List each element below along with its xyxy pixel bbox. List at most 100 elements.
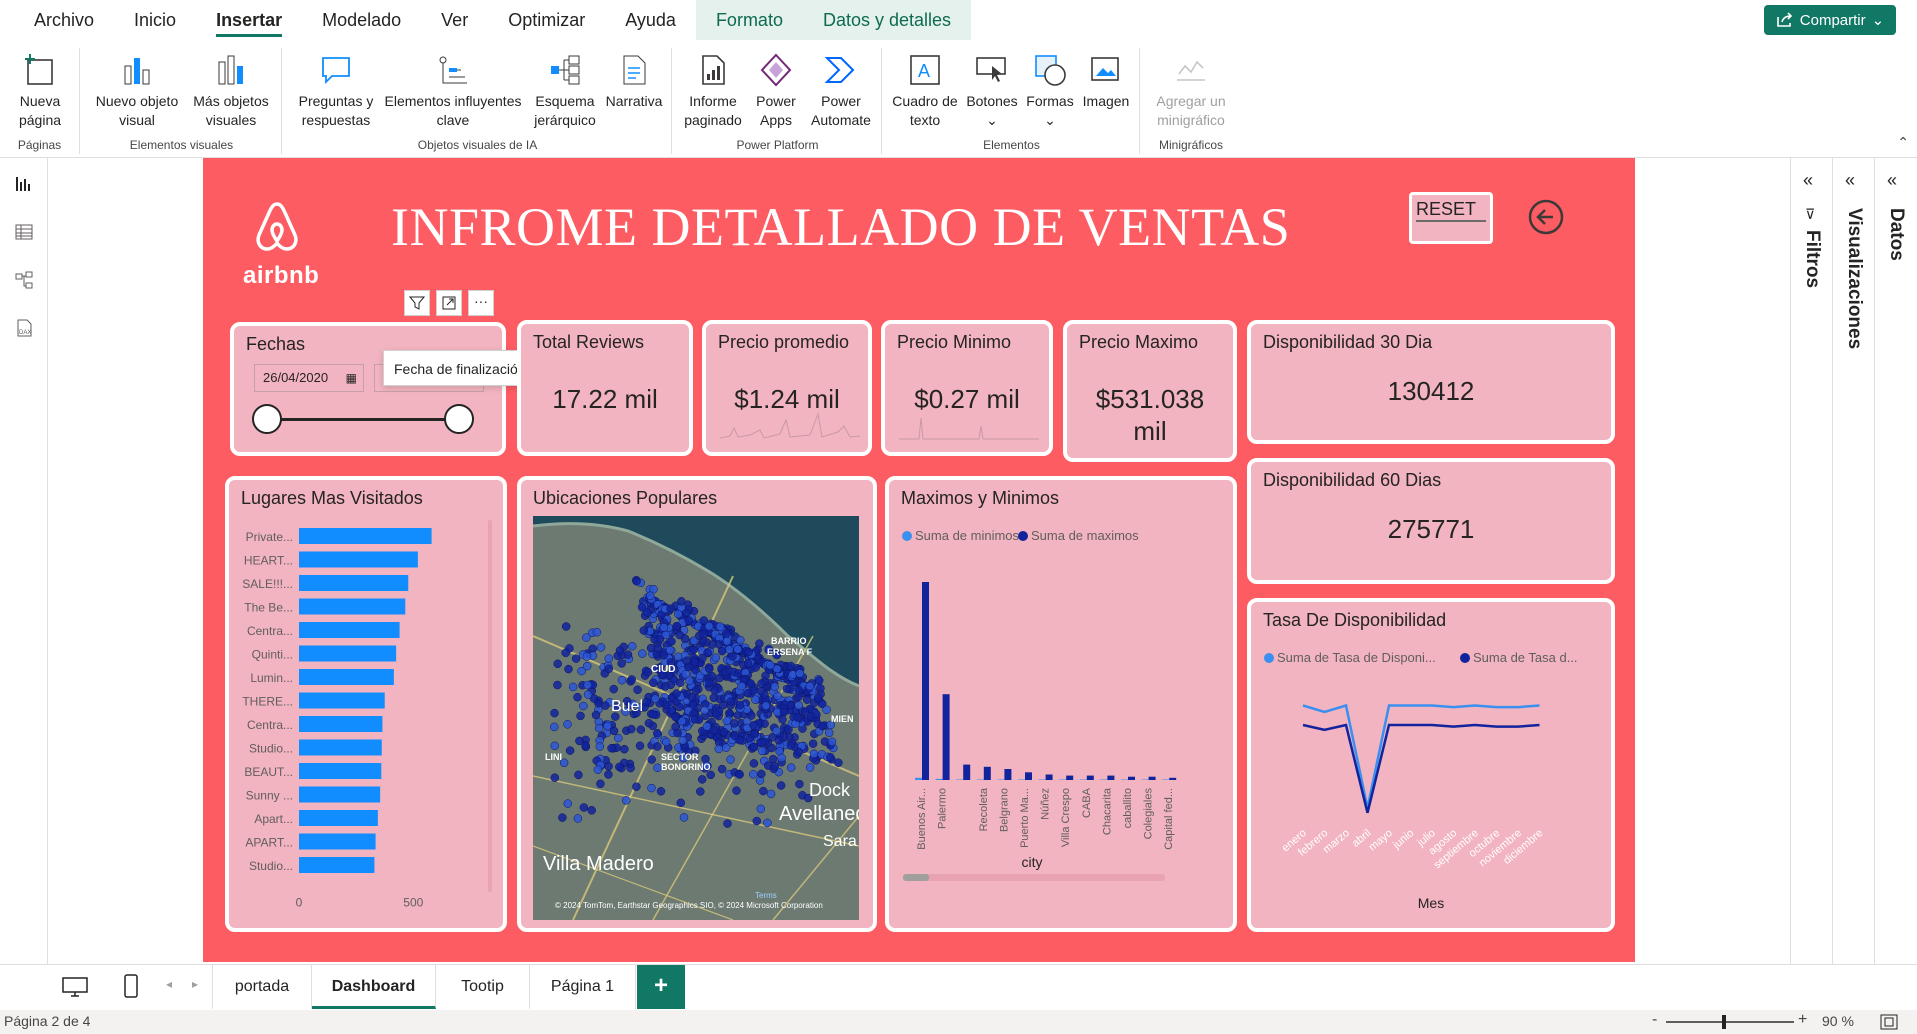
narrative-icon (623, 55, 646, 85)
zoom-slider-thumb[interactable] (1722, 1015, 1726, 1029)
location-point (550, 741, 560, 751)
tab-ver[interactable]: Ver (421, 0, 488, 40)
shapes-button[interactable]: Formas ⌄ (1024, 48, 1076, 130)
kpi-availability-30[interactable]: Disponibilidad 30 Dia 130412 (1247, 320, 1615, 444)
power-automate-button[interactable]: Power Automate (806, 48, 876, 130)
map-view[interactable]: BARRIOERSENA F Dock Avellaned Sara Villa Mad… (533, 516, 859, 920)
category-label: Chacarita (1101, 787, 1113, 835)
tab-inicio[interactable]: Inicio (114, 0, 196, 40)
focus-mode-icon[interactable] (436, 290, 462, 316)
dates-slicer[interactable]: Fechas 26/04/2020 ▦ 3 (230, 322, 506, 456)
zoom-in-button[interactable]: + (1798, 1011, 1807, 1029)
collapse-ribbon-icon[interactable]: ⌃ (1897, 134, 1909, 151)
more-options-icon[interactable]: ··· (468, 290, 494, 316)
reset-button[interactable]: RESET (1409, 192, 1493, 244)
places-bar-chart[interactable]: Lugares Mas Visitados Private... HEART...… (225, 476, 507, 932)
location-point (615, 646, 625, 655)
kpi-availability-60[interactable]: Disponibilidad 60 Dias 275771 (1247, 458, 1615, 584)
tab-archivo[interactable]: Archivo (14, 0, 114, 40)
tab-ayuda[interactable]: Ayuda (605, 0, 696, 40)
page-tab-tootip[interactable]: Tootip (436, 965, 530, 1009)
paginated-report-button[interactable]: Informe paginado (680, 48, 746, 130)
location-point (749, 721, 758, 730)
scroll-right-icon[interactable]: ▸ (192, 977, 198, 991)
share-button[interactable]: Compartir ⌄ (1764, 5, 1896, 35)
location-point (726, 697, 736, 706)
scroll-left-icon[interactable]: ◂ (166, 977, 172, 991)
new-visual-button[interactable]: Nuevo objeto visual (92, 48, 182, 130)
dax-query-view-icon[interactable]: DAX (12, 316, 36, 340)
kpi-total-reviews[interactable]: Total Reviews 17.22 mil (517, 320, 693, 456)
location-point (642, 697, 651, 707)
dates-slicer-title: Fechas (246, 334, 306, 354)
decomposition-tree-button[interactable]: Esquema jerárquico (530, 48, 600, 130)
back-arrow-icon[interactable] (1527, 198, 1565, 236)
visualizations-pane[interactable]: « Visualizaciones (1832, 158, 1874, 964)
location-point (706, 770, 715, 780)
range-start-handle[interactable] (252, 404, 282, 434)
textbox-button[interactable]: A Cuadro de texto (890, 48, 960, 130)
zoom-slider[interactable] (1666, 1015, 1794, 1029)
data-pane[interactable]: « Datos (1874, 158, 1916, 964)
power-apps-button[interactable]: Power Apps (748, 48, 804, 130)
location-point (722, 636, 732, 646)
tab-datos-detalles[interactable]: Datos y detalles (802, 0, 972, 40)
kpi-value: 130412 (1387, 376, 1475, 406)
power-apps-label: Power Apps (756, 93, 796, 128)
desktop-layout-icon[interactable] (62, 977, 88, 997)
expand-chevrons-icon[interactable]: « (1887, 170, 1897, 191)
fit-to-page-icon[interactable] (1880, 1014, 1898, 1030)
key-influencers-button[interactable]: Elementos influyentes clave (378, 48, 528, 130)
model-view-icon[interactable] (12, 268, 36, 292)
map-terms-link: Terms (755, 891, 777, 900)
tab-insertar[interactable]: Insertar (196, 0, 302, 40)
new-page-button[interactable]: Nueva página (6, 48, 74, 130)
location-point (689, 645, 698, 655)
kpi-max-price[interactable]: Precio Maximo $531.038 mil (1063, 320, 1237, 462)
power-automate-icon (824, 57, 855, 83)
buttons-button[interactable]: Botones ⌄ (962, 48, 1022, 130)
qa-button[interactable]: Preguntas y respuestas (296, 48, 376, 130)
filter-icon[interactable] (404, 290, 430, 316)
image-button[interactable]: Imagen (1078, 48, 1134, 111)
kpi-min-price[interactable]: Precio Minimo $0.27 mil (881, 320, 1053, 456)
filters-pane[interactable]: « ⊽ Filtros (1790, 158, 1832, 964)
page-tab-dashboard[interactable]: Dashboard (312, 965, 436, 1009)
location-point (721, 667, 730, 677)
location-point (632, 576, 641, 586)
page-tab-portada[interactable]: portada (212, 965, 312, 1009)
range-end-handle[interactable] (444, 404, 474, 434)
vertical-scrollbar[interactable] (488, 520, 492, 892)
tab-modelado[interactable]: Modelado (302, 0, 421, 40)
new-page-label: Nueva página (18, 93, 62, 128)
location-point (751, 695, 760, 704)
group-power-platform: Informe paginado Power Apps Power Automa… (674, 48, 882, 154)
popular-locations-map[interactable]: Ubicaciones Populares BARRIO ERSENA F Dock… (517, 476, 877, 932)
availability-rate-line-chart[interactable]: Tasa De Disponibilidad Suma de Tasa de D… (1247, 598, 1615, 932)
min-max-bar-chart[interactable]: Maximos y Minimos Suma de minimos Suma de… (885, 476, 1237, 932)
location-point (770, 682, 779, 691)
narrative-button[interactable]: Narrativa (602, 48, 666, 111)
kpi-average-price[interactable]: Precio promedio $1.24 mil (702, 320, 872, 456)
report-view-icon[interactable] (12, 172, 36, 196)
mobile-layout-icon[interactable] (124, 974, 138, 998)
expand-chevrons-icon[interactable]: « (1803, 170, 1813, 191)
share-label: Compartir (1799, 11, 1866, 29)
location-point (788, 670, 797, 679)
bar-chart-icon (124, 58, 150, 85)
table-view-icon[interactable] (12, 220, 36, 244)
more-visuals-button[interactable]: Más objetos visuales (186, 48, 276, 130)
tab-formato[interactable]: Formato (695, 0, 803, 40)
page-tab-pagina-1[interactable]: Página 1 (530, 965, 636, 1009)
start-date-field[interactable]: 26/04/2020 ▦ (254, 364, 364, 392)
add-page-button[interactable]: + (637, 965, 685, 1009)
zoom-out-button[interactable]: - (1652, 1011, 1657, 1029)
sparkline-trend (899, 417, 1039, 440)
add-sparkline-label: Agregar un minigráfico (1156, 93, 1226, 128)
add-sparkline-button[interactable]: Agregar un minigráfico (1146, 48, 1236, 130)
expand-chevrons-icon[interactable]: « (1845, 170, 1855, 191)
location-point (827, 737, 837, 747)
bar-min (1100, 779, 1108, 780)
location-point (722, 716, 732, 726)
tab-optimizar[interactable]: Optimizar (488, 0, 605, 40)
